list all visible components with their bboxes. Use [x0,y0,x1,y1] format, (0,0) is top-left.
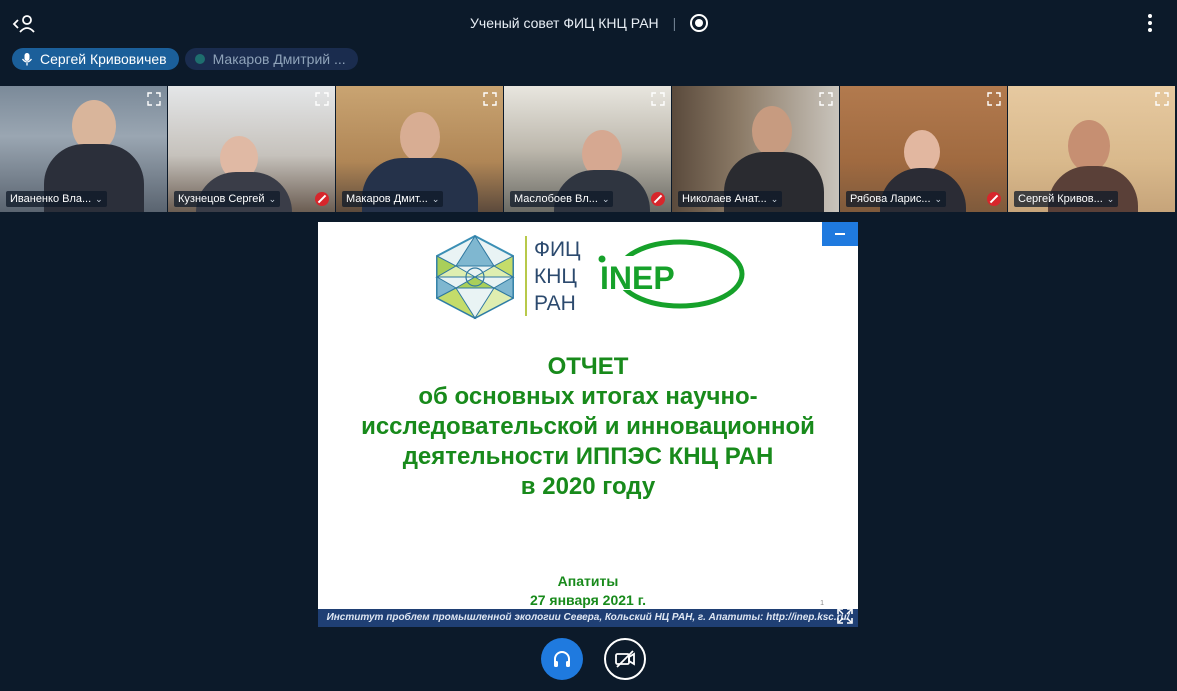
participant-name: Макаров Дмит... [346,193,428,205]
participant-name: Иваненко Вла... [10,193,92,205]
participant-tile[interactable]: Кузнецов Сергей ⌄ [168,86,335,212]
slide-title-line: исследовательской и инновационной [361,413,815,440]
participant-name-label: Макаров Дмит... ⌄ [342,191,444,207]
slide-title: ОТЧЕТ об основных итогах научно- исследо… [318,352,858,502]
muted-microphone-icon [651,192,665,206]
conference-title: Ученый совет ФИЦ КНЦ РАН [470,15,659,31]
participant-name: Рябова Ларис... [850,193,931,205]
speaker-chip[interactable]: Макаров Дмитрий ... [184,48,358,70]
chevron-down-icon[interactable]: ⌄ [935,194,943,205]
participant-tile[interactable]: Макаров Дмит... ⌄ [336,86,503,212]
participant-tiles: Иваненко Вла... ⌄ Кузнецов Сергей ⌄ Макаро… [0,86,1177,212]
chevron-down-icon[interactable]: ⌄ [771,194,779,205]
microphone-icon [21,53,33,66]
participant-name: Кузнецов Сергей [178,193,265,205]
participant-name-label: Маслобоев Вл... ⌄ [510,191,614,207]
slide-footer: Институт проблем промышленной экологии С… [318,609,858,627]
participant-tile-active[interactable]: Сергей Кривов... ⌄ [1008,86,1175,212]
expand-icon[interactable] [987,92,1001,106]
muted-microphone-icon [987,192,1001,206]
chevron-down-icon[interactable]: ⌄ [602,194,610,205]
shared-screen: ФИЦ КНЦ РАН INEP ОТЧЕТ об основных итога… [318,222,858,627]
expand-icon[interactable] [819,92,833,106]
inep-logo-icon: INEP [598,239,745,309]
fic-knc-logo-icon [435,234,515,320]
participant-name: Маслобоев Вл... [514,193,598,205]
record-icon[interactable] [690,14,709,32]
fullscreen-icon[interactable] [836,607,854,625]
participant-name: Сергей Кривов... [1018,193,1103,205]
audio-button[interactable] [541,638,583,680]
conference-title-area: Ученый совет ФИЦ КНЦ РАН | [470,14,709,32]
top-bar: Ученый совет ФИЦ КНЦ РАН | [0,0,1177,46]
slide-title-line: в 2020 году [520,473,656,500]
logo-line: КНЦ [534,265,577,288]
inep-logo-text: INEP [600,260,675,296]
chevron-down-icon[interactable]: ⌄ [1107,194,1115,205]
speaker-chip-active[interactable]: Сергей Кривовичев [12,48,179,70]
participant-name-label: Николаев Анат... ⌄ [678,191,783,207]
participant-name-label: Кузнецов Сергей ⌄ [174,191,281,207]
expand-icon[interactable] [483,92,497,106]
back-participants-icon[interactable] [12,12,38,36]
slide-page-number: 1 [820,600,824,607]
participant-name: Николаев Анат... [682,193,767,205]
participant-name-label: Сергей Кривов... ⌄ [1014,191,1119,207]
headphones-icon [554,651,570,667]
expand-icon[interactable] [147,92,161,106]
institution-logos: ФИЦ КНЦ РАН INEP [435,234,745,320]
minimize-share-button[interactable] [822,222,858,246]
participant-tile[interactable]: Иваненко Вла... ⌄ [0,86,167,212]
expand-icon[interactable] [315,92,329,106]
muted-microphone-icon [315,192,329,206]
active-speakers: Сергей Кривовичев Макаров Дмитрий ... [12,48,358,70]
expand-icon[interactable] [651,92,665,106]
video-toggle-button[interactable] [604,638,646,680]
title-separator: | [672,15,677,31]
chevron-down-icon[interactable]: ⌄ [95,194,103,205]
more-options-icon[interactable] [1145,14,1155,34]
call-controls [0,638,1177,680]
participant-name-label: Рябова Ларис... ⌄ [846,191,947,207]
logo-line: РАН [534,292,576,315]
slide-title-line: деятельности ИППЭС КНЦ РАН [402,443,774,470]
participant-tile[interactable]: Рябова Ларис... ⌄ [840,86,1007,212]
participant-tile[interactable]: Маслобоев Вл... ⌄ [504,86,671,212]
camera-off-icon [615,650,635,668]
speaker-name: Сергей Кривовичев [40,51,167,67]
slide-date: 27 января 2021 г. [529,592,647,608]
logo-line: ФИЦ [534,238,581,261]
slide-place-date: Апатиты 27 января 2021 г. [318,572,858,610]
slide-title-line: об основных итогах научно- [418,383,758,410]
participant-name-label: Иваненко Вла... ⌄ [6,191,107,207]
expand-icon[interactable] [1155,92,1169,106]
participant-tile[interactable]: Николаев Анат... ⌄ [672,86,839,212]
minimize-icon [835,233,845,235]
chevron-down-icon[interactable]: ⌄ [432,194,440,205]
slide-title-line: ОТЧЕТ [547,353,629,380]
chevron-down-icon[interactable]: ⌄ [269,194,277,205]
slide-place: Апатиты [557,573,619,589]
speaker-status-icon [194,54,205,64]
speaker-name: Макаров Дмитрий ... [212,51,346,67]
